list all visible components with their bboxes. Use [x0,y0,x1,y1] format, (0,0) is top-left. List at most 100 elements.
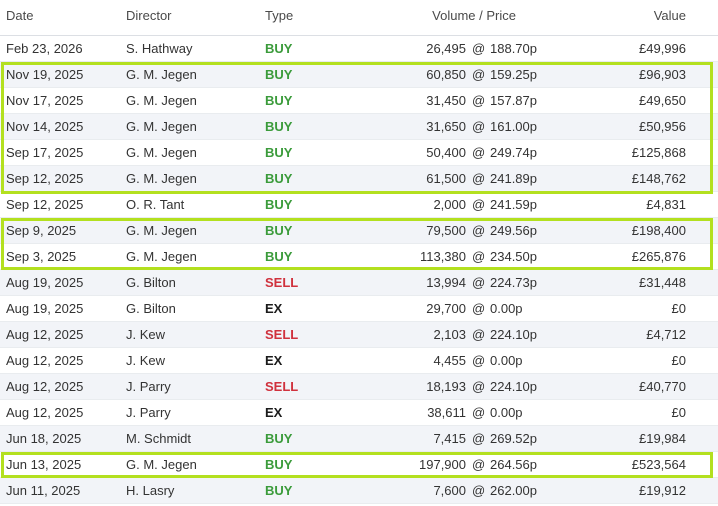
table-row[interactable]: Nov 14, 2025 G. M. Jegen BUY 31,650 @161.00p… [0,114,718,140]
cell-price: 241.89p [490,171,537,186]
cell-value: £49,996 [639,41,686,56]
cell-director: G. M. Jegen [126,93,197,108]
cell-price: 224.73p [490,275,537,290]
table-row[interactable]: Aug 19, 2025 G. Bilton SELL 13,994 @224.73p £… [0,270,718,296]
cell-date: Aug 12, 2025 [6,353,84,368]
cell-at-separator: @ [472,93,486,108]
cell-director: G. M. Jegen [126,145,197,160]
cell-volume: 50,400 [426,145,466,160]
cell-price: 0.00p [490,405,523,420]
table-row[interactable]: Jun 11, 2025 H. Lasry BUY 7,600 @262.00p £19,… [0,478,718,504]
cell-price: 0.00p [490,301,523,316]
cell-price: 188.70p [490,41,537,56]
cell-date: Nov 14, 2025 [6,119,84,134]
cell-date: Sep 9, 2025 [6,223,77,238]
cell-type: BUY [265,119,293,134]
cell-volume: 13,994 [426,275,466,290]
cell-price: 249.56p [490,223,537,238]
table-row[interactable]: Sep 17, 2025 G. M. Jegen BUY 50,400 @249.74p… [0,140,718,166]
cell-value: £40,770 [639,379,686,394]
cell-date: Aug 12, 2025 [6,405,84,420]
table-row[interactable]: Sep 3, 2025 G. M. Jegen BUY 113,380 @234.50p… [0,244,718,270]
cell-value: £265,876 [631,249,686,264]
cell-volume: 2,000 [433,197,466,212]
table-row[interactable]: Jun 13, 2025 G. M. Jegen BUY 197,900 @264.56… [0,452,718,478]
table-row[interactable]: Nov 17, 2025 G. M. Jegen BUY 31,450 @157.87p… [0,88,718,114]
cell-at-separator: @ [472,353,486,368]
cell-volume: 18,193 [426,379,466,394]
cell-director: J. Kew [126,327,166,342]
header-date[interactable]: Date [6,0,33,34]
cell-date: Aug 19, 2025 [6,275,84,290]
cell-date: Sep 12, 2025 [6,197,84,212]
cell-type: SELL [265,327,299,342]
cell-director: G. M. Jegen [126,457,197,472]
cell-director: H. Lasry [126,483,175,498]
cell-type: BUY [265,171,293,186]
cell-director: G. M. Jegen [126,223,197,238]
cell-director: G. Bilton [126,275,176,290]
cell-price: 234.50p [490,249,537,264]
cell-value: £0 [671,405,686,420]
header-director[interactable]: Director [126,0,172,34]
cell-director: G. M. Jegen [126,67,197,82]
table-row[interactable]: Feb 23, 2026 S. Hathway BUY 26,495 @188.70p £… [0,36,718,62]
cell-at-separator: @ [472,119,486,134]
cell-at-separator: @ [472,197,486,212]
table-row[interactable]: Aug 12, 2025 J. Parry SELL 18,193 @224.10p £4… [0,374,718,400]
cell-price: 262.00p [490,483,537,498]
table-row[interactable]: Aug 19, 2025 G. Bilton EX 29,700 @0.00p £0 [0,296,718,322]
cell-at-separator: @ [472,379,486,394]
cell-director: J. Parry [126,405,171,420]
table-row[interactable]: Sep 9, 2025 G. M. Jegen BUY 79,500 @249.56p £… [0,218,718,244]
table-row[interactable]: Sep 12, 2025 O. R. Tant BUY 2,000 @241.59p £4… [0,192,718,218]
cell-at-separator: @ [472,431,486,446]
cell-date: Sep 3, 2025 [6,249,77,264]
cell-price: 224.10p [490,379,537,394]
cell-price: 161.00p [490,119,537,134]
cell-date: Jun 11, 2025 [6,483,81,498]
cell-date: Aug 19, 2025 [6,301,84,316]
cell-date: Sep 17, 2025 [6,145,84,160]
table-row[interactable]: Jun 18, 2025 M. Schmidt BUY 7,415 @269.52p £1… [0,426,718,452]
header-value[interactable]: Value [654,0,686,34]
table-row[interactable]: Aug 12, 2025 J. Parry EX 38,611 @0.00p £0 [0,400,718,426]
cell-price: 269.52p [490,431,537,446]
director-dealings-table: Date Director Type Volume / Price Value … [0,0,718,504]
cell-price: 224.10p [490,327,537,342]
cell-value: £96,903 [639,67,686,82]
cell-value: £50,956 [639,119,686,134]
cell-director: J. Parry [126,379,171,394]
cell-volume: 60,850 [426,67,466,82]
cell-value: £523,564 [631,457,686,472]
table-row[interactable]: Aug 12, 2025 J. Kew SELL 2,103 @224.10p £4,71… [0,322,718,348]
cell-volume: 113,380 [419,249,466,264]
cell-value: £49,650 [639,93,686,108]
cell-type: BUY [265,197,293,212]
table-row[interactable]: Aug 12, 2025 J. Kew EX 4,455 @0.00p £0 [0,348,718,374]
cell-at-separator: @ [472,171,486,186]
table-row[interactable]: Nov 19, 2025 G. M. Jegen BUY 60,850 @159.25p… [0,62,718,88]
header-volume-price[interactable]: Volume / Price [432,0,516,34]
cell-at-separator: @ [472,327,486,342]
table-row[interactable]: Sep 12, 2025 G. M. Jegen BUY 61,500 @241.89p… [0,166,718,192]
cell-director: G. M. Jegen [126,249,197,264]
cell-price: 157.87p [490,93,537,108]
cell-value: £19,984 [639,431,686,446]
header-type[interactable]: Type [265,0,293,34]
cell-at-separator: @ [472,41,486,56]
cell-price: 241.59p [490,197,537,212]
cell-type: SELL [265,379,299,394]
cell-type: EX [265,405,283,420]
cell-at-separator: @ [472,457,486,472]
cell-volume: 31,650 [426,119,466,134]
cell-date: Jun 18, 2025 [6,431,82,446]
cell-director: O. R. Tant [126,197,185,212]
cell-type: BUY [265,93,293,108]
cell-value: £4,712 [646,327,686,342]
cell-value: £19,912 [639,483,686,498]
cell-volume: 31,450 [426,93,466,108]
cell-volume: 7,415 [433,431,466,446]
cell-value: £198,400 [631,223,686,238]
cell-type: SELL [265,275,299,290]
